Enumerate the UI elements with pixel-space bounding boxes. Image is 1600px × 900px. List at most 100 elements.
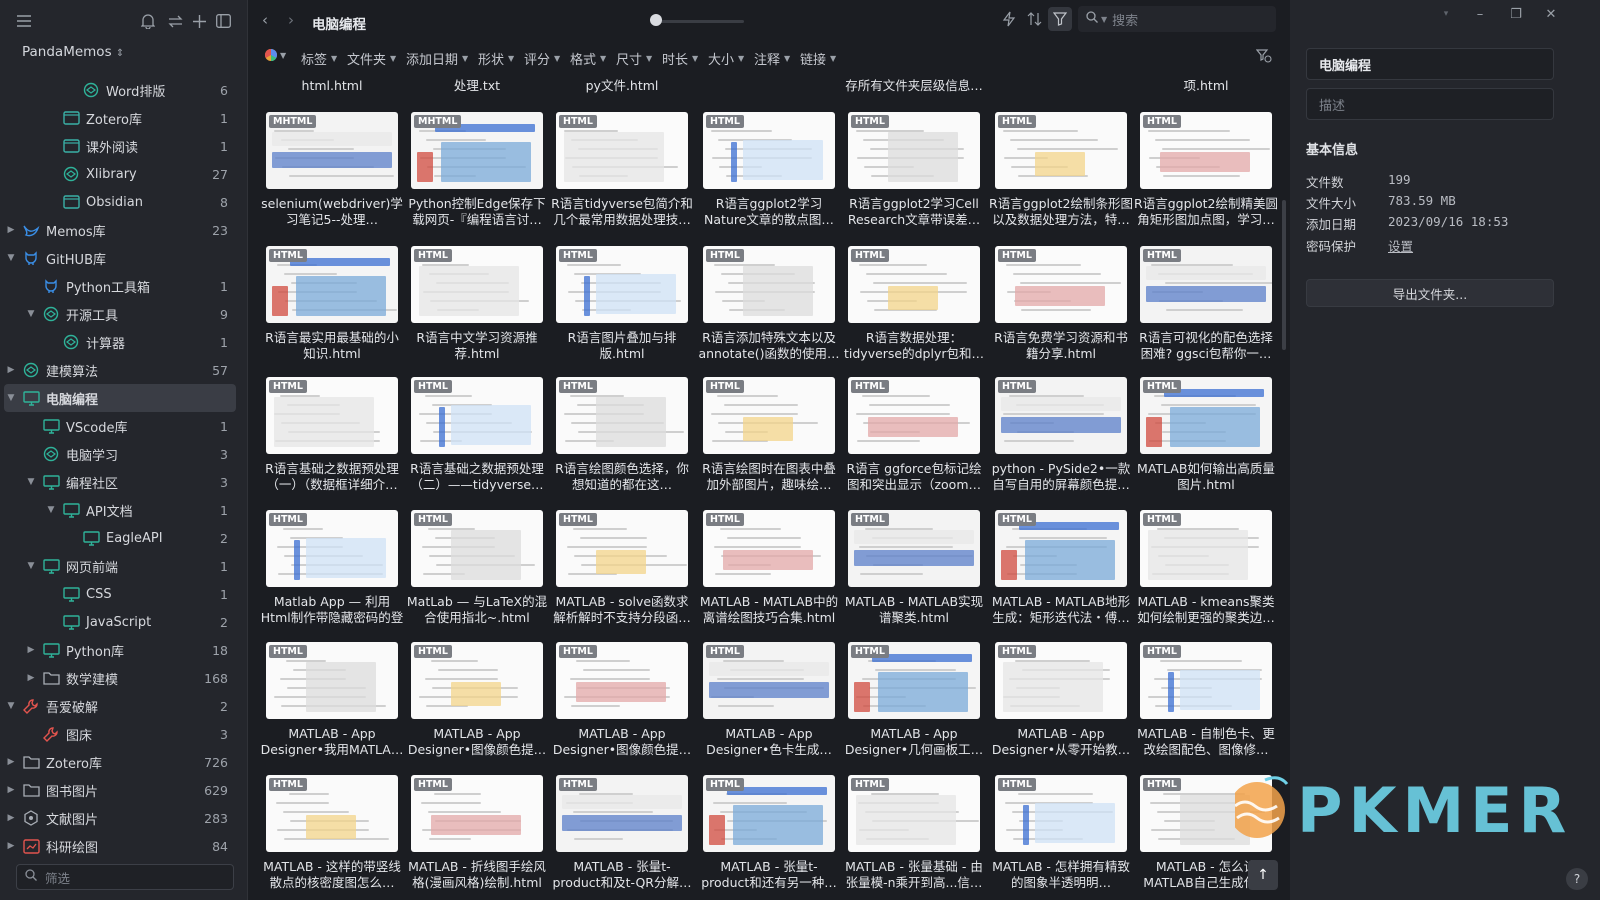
sidebar-item[interactable]: Zotero库 1 xyxy=(0,104,248,132)
file-thumbnail[interactable]: HTML xyxy=(1140,246,1272,323)
filter-icon[interactable] xyxy=(1048,7,1072,31)
filter-dropdown[interactable]: 添加日期 ▼ xyxy=(406,49,468,68)
sidebar-item[interactable]: ▶ Memos库 23 xyxy=(0,216,248,244)
filter-input[interactable]: 筛选 xyxy=(16,864,234,890)
file-thumbnail[interactable]: HTML xyxy=(411,377,543,454)
file-thumbnail[interactable]: HTML xyxy=(995,510,1127,587)
sidebar-item[interactable]: Word排版 6 xyxy=(0,76,248,104)
filter-dropdown[interactable]: 链接 ▼ xyxy=(800,49,836,68)
file-thumbnail[interactable]: HTML xyxy=(848,112,980,189)
file-thumbnail[interactable]: HTML xyxy=(1140,112,1272,189)
filter-dropdown[interactable]: 文件夹 ▼ xyxy=(347,49,396,68)
file-thumbnail[interactable]: HTML xyxy=(266,775,398,852)
caret-right-icon[interactable]: ▶ xyxy=(6,225,16,235)
library-switcher[interactable]: PandaMemos ⇕ xyxy=(22,44,124,60)
sync-icon[interactable] xyxy=(165,11,185,31)
sidebar-item[interactable]: ▼ 开源工具 9 xyxy=(0,300,248,328)
folder-name-field[interactable]: 电脑编程 xyxy=(1306,48,1554,80)
scroll-top-button[interactable]: ↑ xyxy=(1248,860,1278,890)
caret-right-icon[interactable]: ▶ xyxy=(6,365,16,375)
card-title-partial[interactable]: 存所有文件夹层级信息… xyxy=(842,78,986,94)
filter-dropdown[interactable]: 标签 ▼ xyxy=(301,49,337,68)
minimize-icon[interactable]: – xyxy=(1470,4,1490,24)
sort-icon[interactable] xyxy=(1027,11,1043,31)
file-thumbnail[interactable]: HTML xyxy=(411,775,543,852)
caret-right-icon[interactable]: ▶ xyxy=(26,673,36,683)
file-thumbnail[interactable]: HTML xyxy=(703,377,835,454)
card-title-partial[interactable]: 项.html xyxy=(1134,78,1278,94)
sidebar-item[interactable]: ▼ 网页前端 1 xyxy=(0,552,248,580)
zoom-slider-handle[interactable] xyxy=(650,14,662,26)
sidebar-item[interactable]: Python工具箱 1 xyxy=(0,272,248,300)
file-thumbnail[interactable]: HTML xyxy=(848,510,980,587)
forward-icon[interactable]: › xyxy=(288,11,294,29)
sidebar-item[interactable]: Obsidian 8 xyxy=(0,188,248,216)
file-thumbnail[interactable]: MHTML xyxy=(266,112,398,189)
sidebar-item[interactable]: ▼ 编程社区 3 xyxy=(0,468,248,496)
caret-down-icon[interactable]: ▼ xyxy=(26,561,36,571)
file-thumbnail[interactable]: HTML xyxy=(266,246,398,323)
restore-icon[interactable]: ❐ xyxy=(1506,4,1526,24)
file-thumbnail[interactable]: HTML xyxy=(266,642,398,719)
filter-dropdown[interactable]: 注释 ▼ xyxy=(754,49,790,68)
sidebar-item[interactable]: ▼ 电脑编程 xyxy=(4,384,236,412)
caret-down-icon[interactable]: ▼ xyxy=(6,253,16,263)
sidebar-item[interactable]: Xlibrary 27 xyxy=(0,160,248,188)
caret-right-icon[interactable]: ▶ xyxy=(26,645,36,655)
file-thumbnail[interactable]: HTML xyxy=(556,642,688,719)
description-field[interactable]: 描述 xyxy=(1306,88,1554,120)
file-thumbnail[interactable]: HTML xyxy=(411,510,543,587)
search-input[interactable]: ▼ 搜索 xyxy=(1078,6,1276,32)
password-setting-link[interactable]: 设置 xyxy=(1388,236,1413,255)
file-thumbnail[interactable]: HTML xyxy=(1140,377,1272,454)
back-icon[interactable]: ‹ xyxy=(262,11,268,29)
sidebar-item[interactable]: ▼ 吾爱破解 2 xyxy=(0,692,248,720)
sidebar-item[interactable]: 课外阅读 1 xyxy=(0,132,248,160)
caret-down-icon[interactable]: ▼ xyxy=(6,393,16,403)
file-thumbnail[interactable]: HTML xyxy=(995,112,1127,189)
caret-right-icon[interactable]: ▶ xyxy=(6,841,16,851)
filter-dropdown[interactable]: 尺寸 ▼ xyxy=(616,49,652,68)
file-thumbnail[interactable]: HTML xyxy=(703,510,835,587)
file-thumbnail[interactable]: HTML xyxy=(411,642,543,719)
caret-down-icon[interactable]: ▼ xyxy=(6,701,16,711)
file-thumbnail[interactable]: HTML xyxy=(995,775,1127,852)
card-title-partial[interactable]: py文件.html xyxy=(550,78,694,94)
sidebar-item[interactable]: ▶ Zotero库 726 xyxy=(0,748,248,776)
filter-dropdown[interactable]: 格式 ▼ xyxy=(570,49,606,68)
zoom-slider-track[interactable] xyxy=(654,20,744,23)
file-thumbnail[interactable]: HTML xyxy=(556,112,688,189)
file-thumbnail[interactable]: HTML xyxy=(1140,510,1272,587)
caret-right-icon[interactable]: ▶ xyxy=(6,785,16,795)
filter-dropdown[interactable]: 时长 ▼ xyxy=(662,49,698,68)
filter-dropdown[interactable]: 评分 ▼ xyxy=(524,49,560,68)
bell-icon[interactable] xyxy=(138,11,158,31)
file-thumbnail[interactable]: HTML xyxy=(703,246,835,323)
caret-right-icon[interactable]: ▶ xyxy=(6,757,16,767)
file-thumbnail[interactable]: HTML xyxy=(848,246,980,323)
file-thumbnail[interactable]: HTML xyxy=(703,112,835,189)
sidebar-item[interactable]: ▶ 文献图片 283 xyxy=(0,804,248,832)
sidebar-item[interactable]: 计算器 1 xyxy=(0,328,248,356)
close-icon[interactable]: ✕ xyxy=(1541,4,1561,24)
caret-down-icon[interactable]: ▼ xyxy=(26,477,36,487)
color-filter-icon[interactable]: ▼ xyxy=(264,48,286,62)
caret-down-icon[interactable]: ▼ xyxy=(26,309,36,319)
file-thumbnail[interactable]: MHTML xyxy=(411,112,543,189)
export-folder-button[interactable]: 导出文件夹... xyxy=(1306,279,1554,307)
file-thumbnail[interactable]: HTML xyxy=(703,775,835,852)
file-thumbnail[interactable]: HTML xyxy=(556,377,688,454)
file-thumbnail[interactable]: HTML xyxy=(266,510,398,587)
card-title-partial[interactable]: 处理.txt xyxy=(405,78,549,94)
sidebar-toggle-icon[interactable] xyxy=(213,11,233,31)
file-thumbnail[interactable]: HTML xyxy=(995,377,1127,454)
caret-down-icon[interactable]: ▼ xyxy=(46,505,56,515)
file-thumbnail[interactable]: HTML xyxy=(556,510,688,587)
file-thumbnail[interactable]: HTML xyxy=(411,246,543,323)
file-thumbnail[interactable]: HTML xyxy=(848,642,980,719)
file-thumbnail[interactable]: HTML xyxy=(556,775,688,852)
sidebar-item[interactable]: 电脑学习 3 xyxy=(0,440,248,468)
file-thumbnail[interactable]: HTML xyxy=(556,246,688,323)
file-thumbnail[interactable]: HTML xyxy=(266,377,398,454)
file-thumbnail[interactable]: HTML xyxy=(995,246,1127,323)
